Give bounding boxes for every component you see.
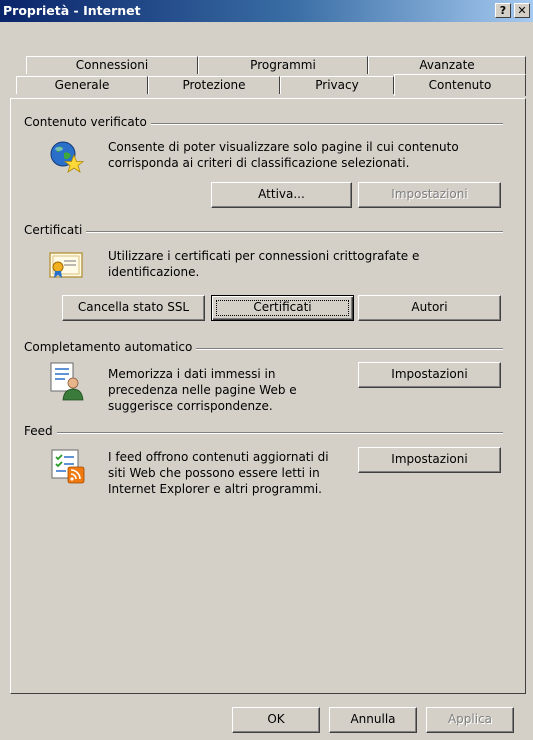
feeds-description-line3: Internet Explorer e altri programmi. [108, 482, 322, 496]
content-advisor-description-line2: corrisponda ai criteri di classificazion… [108, 156, 410, 170]
certificates-description-line2: identificazione. [108, 265, 200, 279]
window-title: Proprietà - Internet [3, 3, 141, 18]
tab-generale[interactable]: Generale [16, 76, 148, 94]
tab-programmi[interactable]: Programmi [198, 56, 368, 74]
close-button[interactable]: ✕ [514, 3, 530, 18]
certificates-group-label: Certificati [24, 223, 87, 237]
focus-rectangle [216, 300, 349, 316]
help-button[interactable]: ? [495, 3, 511, 18]
autocomplete-settings-button[interactable]: Impostazioni [358, 362, 501, 388]
feeds-description-line2: siti Web che possono essere letti in [108, 466, 320, 480]
tab-avanzate[interactable]: Avanzate [368, 56, 526, 74]
cancel-button[interactable]: Annulla [329, 707, 417, 733]
feeds-divider [24, 432, 503, 434]
content-advisor-settings-button[interactable]: Impostazioni [358, 182, 501, 208]
clear-ssl-state-button[interactable]: Cancella stato SSL [62, 295, 205, 321]
publishers-button[interactable]: Autori [358, 295, 501, 321]
ok-button[interactable]: OK [232, 707, 320, 733]
certificate-icon [48, 250, 84, 280]
autocomplete-group-label: Completamento automatico [24, 340, 197, 354]
autocomplete-description-line1: Memorizza i dati immessi in [108, 367, 276, 381]
certificates-divider [24, 231, 503, 233]
tab-privacy[interactable]: Privacy [280, 76, 394, 94]
content-advisor-group-label: Contenuto verificato [24, 115, 151, 129]
rss-feed-icon [50, 448, 86, 484]
globe-star-icon [48, 139, 85, 175]
autocomplete-description-line2: precedenza nelle pagine Web e [108, 383, 297, 397]
feeds-group-label: Feed [24, 424, 57, 438]
feeds-settings-button[interactable]: Impostazioni [358, 447, 501, 473]
certificates-button[interactable]: Certificati [211, 295, 354, 321]
tab-protezione[interactable]: Protezione [148, 76, 280, 94]
content-advisor-description-line1: Consente di poter visualizzare solo pagi… [108, 140, 459, 154]
autocomplete-user-icon [50, 361, 84, 401]
enable-content-advisor-button[interactable]: Attiva... [211, 182, 352, 208]
apply-button[interactable]: Applica [426, 707, 514, 733]
tab-contenuto[interactable]: Contenuto [394, 74, 526, 96]
certificates-description-line1: Utilizzare i certificati per connessioni… [108, 249, 420, 263]
autocomplete-description-line3: suggerisce corrispondenze. [108, 399, 273, 413]
title-bar[interactable]: Proprietà - Internet ? ✕ [0, 0, 533, 22]
feeds-description-line1: I feed offrono contenuti aggiornati di [108, 450, 329, 464]
tab-connessioni[interactable]: Connessioni [26, 56, 198, 74]
